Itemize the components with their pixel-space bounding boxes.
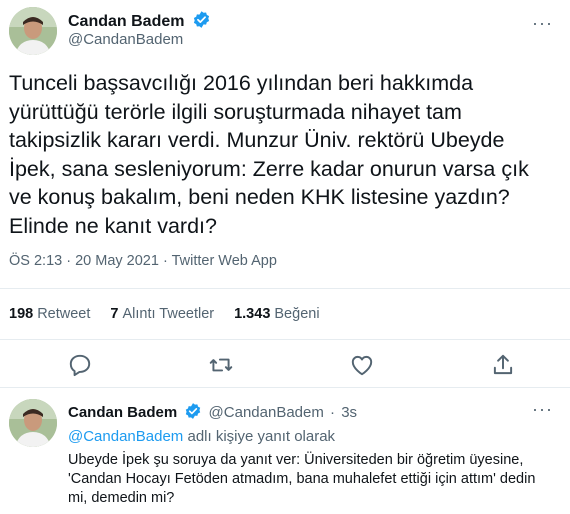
handle[interactable]: @CandanBadem xyxy=(68,31,183,48)
meta-separator: · xyxy=(66,253,76,269)
reply-handle[interactable]: @CandanBadem xyxy=(209,404,324,421)
retweet-count: 198 xyxy=(9,306,34,322)
tweet-header: Candan Badem @CandanBadem ··· xyxy=(9,7,561,55)
tweet-text: Tunceli başsavcılığı 2016 yılından beri … xyxy=(9,71,535,238)
like-label: Beğeni xyxy=(274,306,320,322)
retweet-label: Retweet xyxy=(37,306,91,322)
like-stat[interactable]: 1.343 Beğeni xyxy=(234,306,319,322)
reply-header: Candan Badem @CandanBadem · 3s xyxy=(68,402,357,421)
replying-suffix: adlı kişiye yanıt olarak xyxy=(187,428,336,445)
divider xyxy=(0,288,570,289)
avatar-image xyxy=(9,7,57,55)
reply-more-icon[interactable]: ··· xyxy=(532,399,553,420)
like-icon[interactable] xyxy=(349,352,375,378)
reply-display-name[interactable]: Candan Badem xyxy=(68,404,177,421)
reply-avatar[interactable] xyxy=(9,399,57,447)
avatar[interactable] xyxy=(9,7,57,55)
replying-to: @CandanBadem adlı kişiye yanıt olarak xyxy=(68,428,335,445)
verified-icon xyxy=(186,403,201,419)
quote-label: Alıntı Tweetler xyxy=(122,306,215,322)
more-icon[interactable]: ··· xyxy=(532,13,553,34)
tweet-meta: ÖS 2:13 · 20 May 2021 · Twitter Web App xyxy=(9,253,277,269)
avatar-image xyxy=(9,399,57,447)
action-bar xyxy=(0,348,570,382)
reply-icon[interactable] xyxy=(67,352,93,378)
replying-mention[interactable]: @CandanBadem xyxy=(68,428,183,445)
retweet-icon[interactable] xyxy=(208,352,234,378)
reply-separator: · xyxy=(330,404,336,421)
retweet-stat[interactable]: 198 Retweet xyxy=(9,306,90,322)
divider xyxy=(0,339,570,340)
divider xyxy=(0,387,570,388)
display-name-text[interactable]: Candan Badem xyxy=(68,13,184,30)
verified-icon xyxy=(193,11,210,28)
reply-time[interactable]: 3s xyxy=(341,404,357,421)
meta-separator: · xyxy=(162,253,172,269)
quote-stat[interactable]: 7 Alıntı Tweetler xyxy=(110,306,214,322)
quote-count: 7 xyxy=(110,306,119,322)
tweet-time[interactable]: ÖS 2:13 xyxy=(9,253,62,269)
tweet-stats: 198 Retweet 7 Alıntı Tweetler 1.343 Beğeni xyxy=(9,306,340,322)
like-count: 1.343 xyxy=(234,306,271,322)
tweet-date[interactable]: 20 May 2021 xyxy=(75,253,159,269)
share-icon[interactable] xyxy=(490,352,516,378)
tweet-source[interactable]: Twitter Web App xyxy=(172,253,277,269)
reply-text: Ubeyde İpek şu soruya da yanıt ver: Üniv… xyxy=(68,452,536,506)
display-name[interactable]: Candan Badem xyxy=(68,10,211,31)
